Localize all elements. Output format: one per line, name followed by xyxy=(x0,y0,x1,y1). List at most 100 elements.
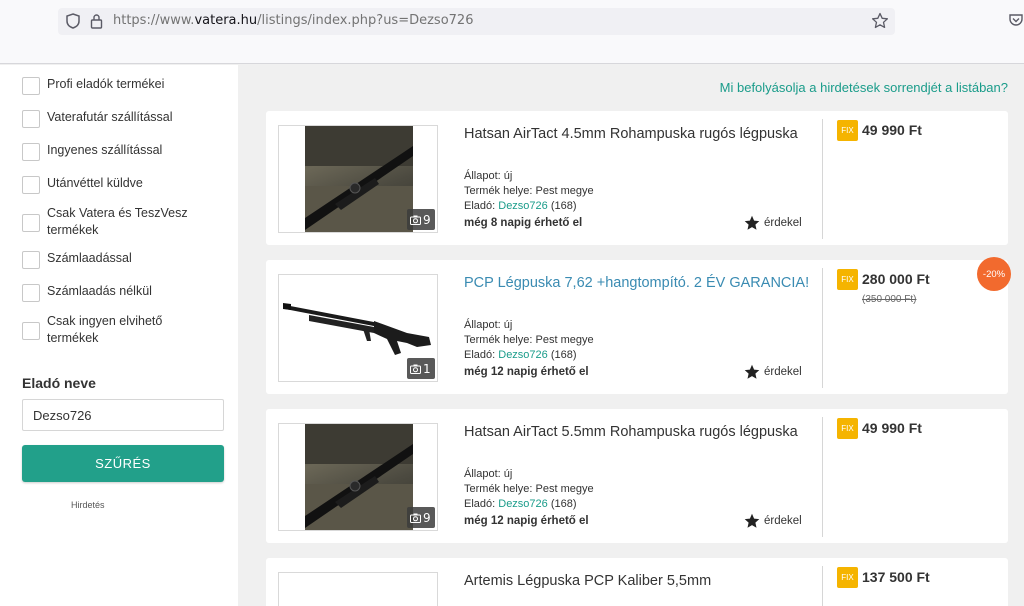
condition-value: új xyxy=(503,170,513,182)
listing-title[interactable]: PCP Légpuska 7,62 +hangtompító. 2 ÉV GAR… xyxy=(464,275,809,291)
listing-price: 280 000 Ft xyxy=(862,271,930,287)
photo-count-badge[interactable]: 9 xyxy=(407,507,435,528)
url-prefix: https://www. xyxy=(113,13,195,28)
filter-free-shipping[interactable]: Ingyenes szállítással xyxy=(22,142,162,161)
listing-card[interactable]: 9 Hatsan AirTact 4.5mm Rohampuska rugós … xyxy=(266,111,1008,245)
checkbox[interactable] xyxy=(22,143,40,161)
watch-button[interactable]: érdekel xyxy=(744,513,802,529)
checkbox[interactable] xyxy=(22,251,40,269)
listing-card[interactable]: Artemis Légpuska PCP Kaliber 5,5mm FIX 1… xyxy=(266,558,1008,606)
fix-price-badge: FIX xyxy=(837,567,858,588)
address-bar[interactable]: https://www.vatera.hu/listings/index.php… xyxy=(58,8,895,35)
filter-sidebar: Profi eladók termékei Vaterafutár szállí… xyxy=(0,65,238,606)
ad-label: Hirdetés xyxy=(71,500,105,510)
condition-value: új xyxy=(503,468,513,480)
filter-label: Vaterafutár szállítással xyxy=(47,110,173,124)
filter-no-invoice[interactable]: Számlaadás nélkül xyxy=(22,283,152,302)
listing-condition: Állapot: új xyxy=(464,170,512,182)
watch-button[interactable]: érdekel xyxy=(744,215,802,231)
tracking-shield-icon[interactable] xyxy=(66,13,80,29)
condition-label: Állapot: xyxy=(464,170,504,182)
filter-label: Profi eladók termékei xyxy=(47,77,165,91)
fix-price-badge: FIX xyxy=(837,269,858,290)
seller-name-input[interactable] xyxy=(22,399,224,431)
photo-count-badge[interactable]: 1 xyxy=(407,358,435,379)
listing-order-help-link[interactable]: Mi befolyásolja a hirdetések sorrendjét … xyxy=(720,80,1008,95)
filter-label: Csak Vatera és TeszVesz termékek xyxy=(47,206,188,237)
browser-toolbar: https://www.vatera.hu/listings/index.php… xyxy=(0,0,1024,64)
location-value: Pest megye xyxy=(535,185,594,197)
listing-thumbnail[interactable]: 9 xyxy=(278,125,438,233)
listing-card[interactable]: 9 Hatsan AirTact 5.5mm Rohampuska rugós … xyxy=(266,409,1008,543)
checkbox[interactable] xyxy=(22,214,40,232)
filter-vatera-teszvesz[interactable]: Csak Vatera és TeszVesz termékek xyxy=(22,205,222,239)
listing-price: 137 500 Ft xyxy=(862,569,930,585)
listing-location: Termék helye: Pest megye xyxy=(464,185,594,197)
filter-vaterafutar[interactable]: Vaterafutár szállítással xyxy=(22,109,173,128)
listing-title[interactable]: Hatsan AirTact 5.5mm Rohampuska rugós lé… xyxy=(464,424,798,440)
seller-rating: (168) xyxy=(550,349,577,361)
listing-thumbnail[interactable]: 1 xyxy=(278,274,438,382)
camera-icon xyxy=(410,513,421,523)
listing-location: Termék helye: Pest megye xyxy=(464,483,594,495)
seller-link[interactable]: Dezso726 xyxy=(498,200,548,212)
listing-thumbnail[interactable]: 9 xyxy=(278,423,438,531)
photo-count: 9 xyxy=(423,212,431,227)
filter-free-pickup[interactable]: Csak ingyen elvihető termékek xyxy=(22,313,222,347)
seller-link[interactable]: Dezso726 xyxy=(498,498,548,510)
watch-button[interactable]: érdekel xyxy=(744,364,802,380)
listing-old-price: (350 000 Ft) xyxy=(862,294,917,305)
photo-count: 1 xyxy=(423,361,431,376)
bookmark-star-icon[interactable] xyxy=(871,12,889,30)
filter-button[interactable]: SZŰRÉS xyxy=(22,445,224,482)
product-photo xyxy=(305,126,413,232)
product-photo xyxy=(305,424,413,530)
checkbox[interactable] xyxy=(22,176,40,194)
seller-label: Eladó: xyxy=(464,200,499,212)
listing-thumbnail[interactable] xyxy=(278,572,438,606)
checkbox[interactable] xyxy=(22,322,40,340)
filter-invoice[interactable]: Számlaadással xyxy=(22,250,132,269)
condition-value: új xyxy=(503,319,513,331)
card-divider xyxy=(822,268,823,388)
listing-location: Termék helye: Pest megye xyxy=(464,334,594,346)
card-divider xyxy=(822,566,823,606)
pocket-icon[interactable] xyxy=(1008,12,1024,28)
listing-card[interactable]: 1 PCP Légpuska 7,62 +hangtompító. 2 ÉV G… xyxy=(266,257,1011,394)
star-icon xyxy=(744,364,760,379)
location-value: Pest megye xyxy=(535,334,594,346)
watch-label: érdekel xyxy=(764,217,802,229)
filter-profi[interactable]: Profi eladók termékei xyxy=(22,76,164,95)
star-icon xyxy=(744,513,760,528)
seller-name-heading: Eladó neve xyxy=(22,375,96,391)
seller-link[interactable]: Dezso726 xyxy=(498,349,548,361)
checkbox[interactable] xyxy=(22,77,40,95)
seller-rating: (168) xyxy=(550,200,577,212)
checkbox[interactable] xyxy=(22,284,40,302)
listing-price: 49 990 Ft xyxy=(862,420,922,436)
fix-price-badge: FIX xyxy=(837,418,858,439)
listing-expiry: még 8 napig érhető el xyxy=(464,217,583,229)
seller-label: Eladó: xyxy=(464,498,499,510)
condition-label: Állapot: xyxy=(464,319,504,331)
filter-label: Számlaadás nélkül xyxy=(47,284,152,298)
lock-icon[interactable] xyxy=(90,13,103,29)
checkbox[interactable] xyxy=(22,110,40,128)
filter-cod[interactable]: Utánvéttel küldve xyxy=(22,175,143,194)
listing-expiry: még 12 napig érhető el xyxy=(464,515,589,527)
star-icon xyxy=(744,215,760,230)
listing-seller: Eladó: Dezso726 (168) xyxy=(464,349,577,361)
url-host: vatera.hu xyxy=(194,13,258,28)
watch-label: érdekel xyxy=(764,515,802,527)
listing-price: 49 990 Ft xyxy=(862,122,922,138)
rifle-photo-image xyxy=(305,126,413,232)
fix-price-badge: FIX xyxy=(837,120,858,141)
photo-count-badge[interactable]: 9 xyxy=(407,209,435,230)
card-divider xyxy=(822,119,823,239)
url-path: /listings/index.php?us=Dezso726 xyxy=(257,13,474,28)
listing-title[interactable]: Artemis Légpuska PCP Kaliber 5,5mm xyxy=(464,573,711,589)
filter-label: Ingyenes szállítással xyxy=(47,143,163,157)
url-text[interactable]: https://www.vatera.hu/listings/index.php… xyxy=(113,13,473,28)
card-divider xyxy=(822,417,823,537)
listing-title[interactable]: Hatsan AirTact 4.5mm Rohampuska rugós lé… xyxy=(464,126,798,142)
